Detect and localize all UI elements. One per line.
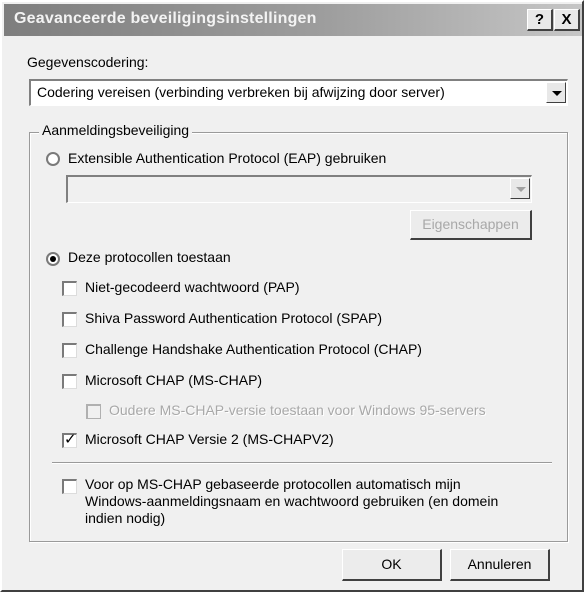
dialog-title: Geavanceerde beveiligingsinstellingen [14,10,317,27]
mschap-checkbox[interactable] [62,374,77,389]
pap-label: Niet-gecodeerd wachtwoord (PAP) [85,279,300,295]
chap-label: Challenge Handshake Authentication Proto… [85,341,422,357]
allow-protocols-label: Deze protocollen toestaan [68,249,231,265]
advanced-security-dialog: Geavanceerde beveiligingsinstellingen ? … [0,0,584,592]
encryption-selected-value: Codering vereisen (verbinding verbreken … [37,84,445,100]
mschapv2-label: Microsoft CHAP Versie 2 (MS-CHAPV2) [85,431,334,447]
close-button[interactable]: X [554,9,580,31]
spap-checkbox[interactable] [62,312,77,327]
title-bar[interactable]: Geavanceerde beveiligingsinstellingen ? … [4,4,582,36]
auto-logon-label: Voor op MS-CHAP gebaseerde protocollen a… [85,476,499,526]
eap-type-dropdown[interactable] [66,175,532,203]
encryption-label: Gegevenscodering: [27,54,149,70]
chevron-down-icon [552,91,562,96]
mschap-label: Microsoft CHAP (MS-CHAP) [85,372,263,388]
eap-radio[interactable] [46,152,60,166]
encryption-dropdown[interactable]: Codering vereisen (verbinding verbreken … [29,79,568,106]
separator [52,462,552,464]
help-button[interactable]: ? [527,9,553,31]
ok-button[interactable]: OK [342,549,442,581]
cancel-button[interactable]: Annuleren [450,549,550,581]
auto-logon-checkbox[interactable] [62,479,77,494]
eap-dropdown-button[interactable] [510,178,530,199]
radio-selected-dot [50,256,56,262]
mschapv2-checkbox[interactable]: ✓ [62,431,77,448]
properties-button[interactable]: Eigenschappen [410,210,532,240]
mschap-win95-checkbox[interactable] [86,404,101,419]
chap-checkbox[interactable] [62,343,77,358]
logon-security-label: Aanmeldingsbeveiliging [39,122,193,138]
pap-checkbox[interactable] [62,281,77,296]
checkmark-icon: ✓ [64,431,77,448]
mschap-win95-label: Oudere MS-CHAP-versie toestaan voor Wind… [109,402,486,418]
eap-radio-label: Extensible Authentication Protocol (EAP)… [68,150,387,166]
encryption-dropdown-button[interactable] [546,82,566,103]
spap-label: Shiva Password Authentication Protocol (… [85,310,383,326]
allow-protocols-radio[interactable] [46,252,60,266]
chevron-down-icon [516,187,526,192]
